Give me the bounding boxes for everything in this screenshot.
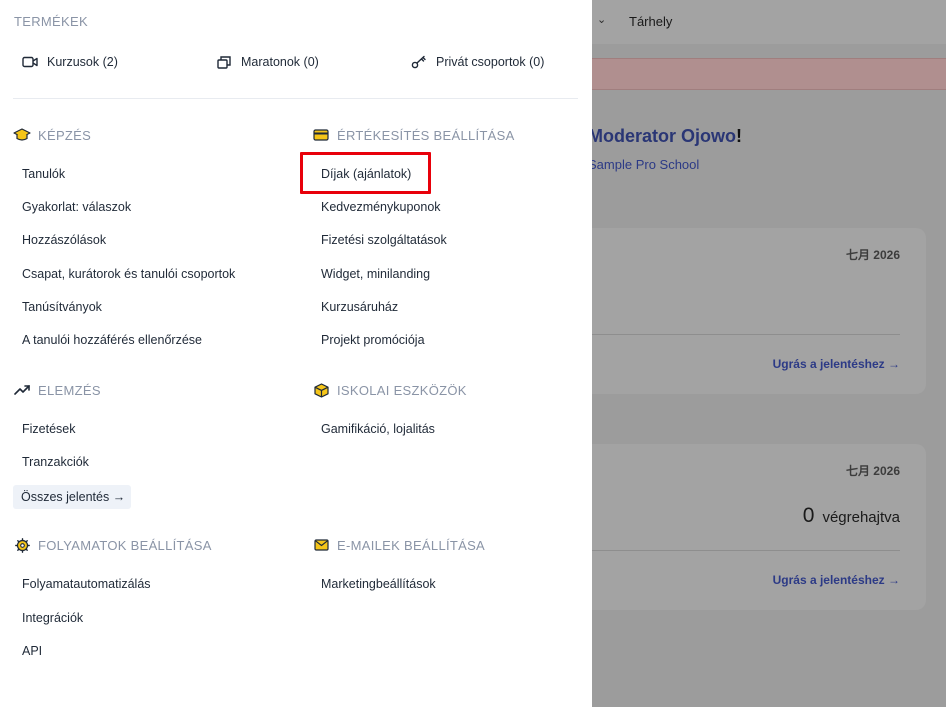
video-icon [22, 56, 38, 68]
key-icon [411, 55, 426, 69]
report-link[interactable]: Ugrás a jelentéshez → [773, 573, 900, 587]
product-courses[interactable]: Kurzusok (2) [22, 55, 118, 69]
all-reports-button[interactable]: Összes jelentés → [13, 485, 131, 509]
greeting: Moderator Ojowo! [588, 126, 742, 147]
section-title-folyamatok: FOLYAMATOK BEÁLLÍTÁSA [13, 536, 212, 554]
section-title-kepzes: KÉPZÉS [13, 126, 91, 144]
menu-item-process-automation[interactable]: Folyamatautomatizálás [22, 577, 151, 591]
menu-item-students[interactable]: Tanulók [22, 167, 65, 181]
section-title-label: ISKOLAI ESZKÖZÖK [337, 382, 467, 398]
menu-item-integrations[interactable]: Integrációk [22, 611, 83, 625]
product-private-groups[interactable]: Privát csoportok (0) [411, 55, 544, 69]
menu-item-practice-answers[interactable]: Gyakorlat: válaszok [22, 200, 131, 214]
menu-item-course-store[interactable]: Kurzusáruház [321, 300, 398, 314]
product-label: Maratonok (0) [241, 55, 319, 69]
greeting-suffix: ! [736, 126, 742, 146]
menu-item-payments[interactable]: Fizetések [22, 422, 76, 436]
card-divider [560, 334, 900, 335]
menu-item-coupons[interactable]: Kedvezménykuponok [321, 200, 441, 214]
menu-item-access-check[interactable]: A tanulói hozzáférés ellenőrzése [22, 333, 202, 347]
credit-card-icon [312, 126, 330, 144]
menu-item-gamification[interactable]: Gamifikáció, lojalitás [321, 422, 435, 436]
section-title-label: KÉPZÉS [38, 127, 92, 143]
mega-menu-panel: TERMÉKEK Kurzusok (2) Maratonok (0) Priv… [0, 0, 592, 707]
section-title-ertekesites: ÉRTÉKESÍTÉS BEÁLLÍTÁSA [312, 126, 515, 144]
count-value: 0 [802, 504, 815, 527]
school-name[interactable]: Sample Pro School [588, 157, 699, 172]
gear-icon [13, 536, 31, 554]
card-date: 七月 2026 [845, 464, 900, 478]
count-label: végrehajtva [822, 509, 900, 526]
report-card: 七月 2026 Ugrás a jelentéshez → [560, 228, 926, 394]
menu-item-api[interactable]: API [22, 644, 42, 658]
menu-item-marketing-settings[interactable]: Marketingbeállítások [321, 577, 436, 591]
product-marathons[interactable]: Maratonok (0) [217, 55, 319, 69]
user-name: Moderator Ojowo [588, 126, 736, 146]
highlight-box [300, 152, 431, 194]
chevron-down-icon[interactable]: ⌄ [597, 13, 606, 26]
section-title-label: E-MAILEK BEÁLLÍTÁSA [337, 537, 486, 553]
report-link[interactable]: Ugrás a jelentéshez → [773, 357, 900, 371]
product-label: Privát csoportok (0) [436, 55, 545, 69]
card-date: 七月 2026 [845, 248, 900, 262]
menu-item-project-promotion[interactable]: Projekt promóciója [321, 333, 425, 347]
menu-item-transactions[interactable]: Tranzakciók [22, 455, 89, 469]
menu-item-team-curators[interactable]: Csapat, kurátorok és tanulói csoportok [22, 267, 235, 281]
menu-item-widget[interactable]: Widget, minilanding [321, 267, 430, 281]
section-title-label: ELEMZÉS [38, 382, 101, 398]
menu-item-certificates[interactable]: Tanúsítványok [22, 300, 102, 314]
section-title-emailek: E-MAILEK BEÁLLÍTÁSA [312, 536, 485, 554]
product-label: Kurzusok (2) [47, 55, 118, 69]
cube-icon [312, 381, 330, 399]
divider [13, 98, 578, 99]
section-title-iskolai: ISKOLAI ESZKÖZÖK [312, 381, 467, 399]
stack-icon [217, 56, 231, 69]
section-title-elemzes: ELEMZÉS [13, 381, 101, 399]
executed-count: 0 végrehajtva [803, 504, 900, 528]
section-title-label: ÉRTÉKESÍTÉS BEÁLLÍTÁSA [337, 127, 515, 143]
graduation-cap-icon [13, 126, 31, 144]
trend-up-icon [13, 381, 31, 399]
envelope-icon [312, 536, 330, 554]
products-title: TERMÉKEK [14, 14, 88, 29]
section-title-label: FOLYAMATOK BEÁLLÍTÁSA [38, 537, 212, 553]
report-card: 七月 2026 0 végrehajtva Ugrás a jelentéshez… [560, 444, 926, 610]
menu-item-payment-services[interactable]: Fizetési szolgáltatások [321, 233, 447, 247]
card-divider [560, 550, 900, 551]
menu-item-comments[interactable]: Hozzászólások [22, 233, 106, 247]
storage-link[interactable]: Tárhely [629, 14, 672, 29]
